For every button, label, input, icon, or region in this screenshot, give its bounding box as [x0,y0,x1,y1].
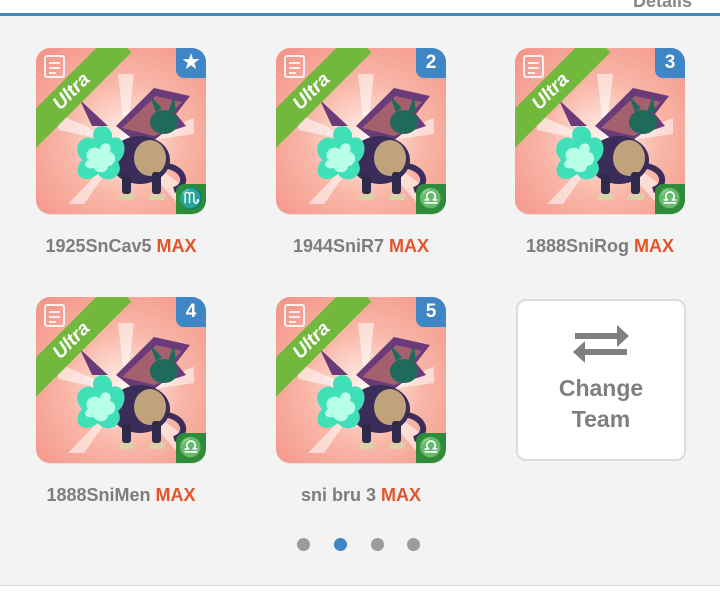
dragon-name: 1944SniR7 [292,236,385,256]
notes-icon[interactable] [523,54,545,78]
zodiac-sign-icon: ♎ [655,184,685,214]
max-level-badge: MAX [155,485,196,505]
dragon-card[interactable]: Ultra 3 ♎ [515,48,685,214]
dragon-name-label: 1944SniR7 MAX [246,236,476,257]
dragon-name: sni bru 3 [300,485,376,505]
notes-icon[interactable] [44,54,66,78]
team-slot-badge: 4 [176,297,206,327]
team-slot-badge: 5 [416,297,446,327]
notes-icon[interactable] [44,303,66,327]
dragon-name-label: 1888SniMen MAX [6,485,236,506]
dragon-name-label: 1925SnCav5 MAX [6,236,236,257]
swap-arrows-icon [573,325,629,363]
page-dot-4[interactable] [407,538,420,551]
max-level-badge: MAX [381,485,422,505]
change-team-button[interactable]: Change Team [516,299,686,461]
details-link[interactable]: Details [633,0,692,12]
dragon-card[interactable]: Ultra 2 ♎ [276,48,446,214]
max-level-badge: MAX [634,236,675,256]
dragon-name-label: sni bru 3 MAX [246,485,476,506]
header-bar: Details [0,0,720,16]
team-slot-badge: ★ [176,48,206,78]
zodiac-sign-icon: ♎ [176,433,206,463]
zodiac-sign-icon: ♏ [176,184,206,214]
zodiac-sign-icon: ♎ [416,184,446,214]
notes-icon[interactable] [284,54,306,78]
dragon-name-label: 1888SniRog MAX [485,236,715,257]
notes-icon[interactable] [284,303,306,327]
dragon-name: 1888SniRog [525,236,630,256]
dragon-name: 1925SnCav5 [45,236,152,256]
zodiac-sign-icon: ♎ [416,433,446,463]
page-dot-3[interactable] [371,538,384,551]
team-slot-badge: 3 [655,48,685,78]
page-dot-1[interactable] [297,538,310,551]
max-level-badge: MAX [156,236,197,256]
dragon-name: 1888SniMen [46,485,151,505]
page-dot-2-active[interactable] [334,538,347,551]
dragon-card[interactable]: Ultra ★ ♏ [36,48,206,214]
change-team-label: Change Team [518,373,684,435]
change-team-line2: Team [571,406,631,432]
change-team-line1: Change [558,375,644,401]
max-level-badge: MAX [389,236,430,256]
dragon-card[interactable]: Ultra 4 ♎ [36,297,206,463]
dragon-card[interactable]: Ultra 5 ♎ [276,297,446,463]
team-slot-badge: 2 [416,48,446,78]
footer-divider [0,585,720,598]
